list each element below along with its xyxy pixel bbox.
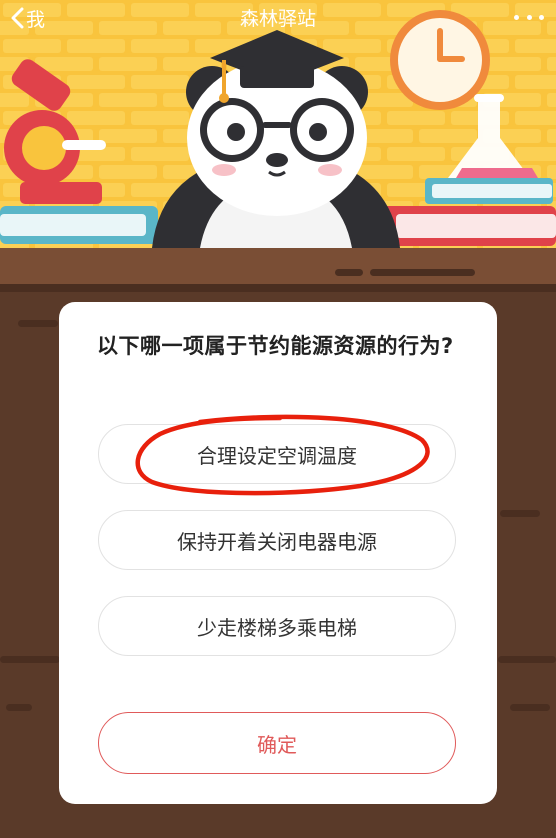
more-menu-icon[interactable] [514,6,544,28]
quiz-card: 以下哪一项属于节约能源资源的行为? 合理设定空调温度 保持开着关闭电器电源 少走… [59,302,497,804]
confirm-button[interactable]: 确定 [98,712,456,774]
app-screen: 我 森林驿站 以下哪一项属于节约能源资源的行为? 合理设定空调温度 保持开着关闭… [0,0,556,838]
page-title: 森林驿站 [239,8,316,30]
navigation-bar: 我 森林驿站 [0,0,556,36]
answer-option-3[interactable]: 少走楼梯多乘电梯 [98,596,456,656]
question-text: 以下哪一项属于节约能源资源的行为? [97,334,454,358]
answer-option-1[interactable]: 合理设定空调温度 [98,424,456,484]
answer-option-2[interactable]: 保持开着关闭电器电源 [98,510,456,570]
